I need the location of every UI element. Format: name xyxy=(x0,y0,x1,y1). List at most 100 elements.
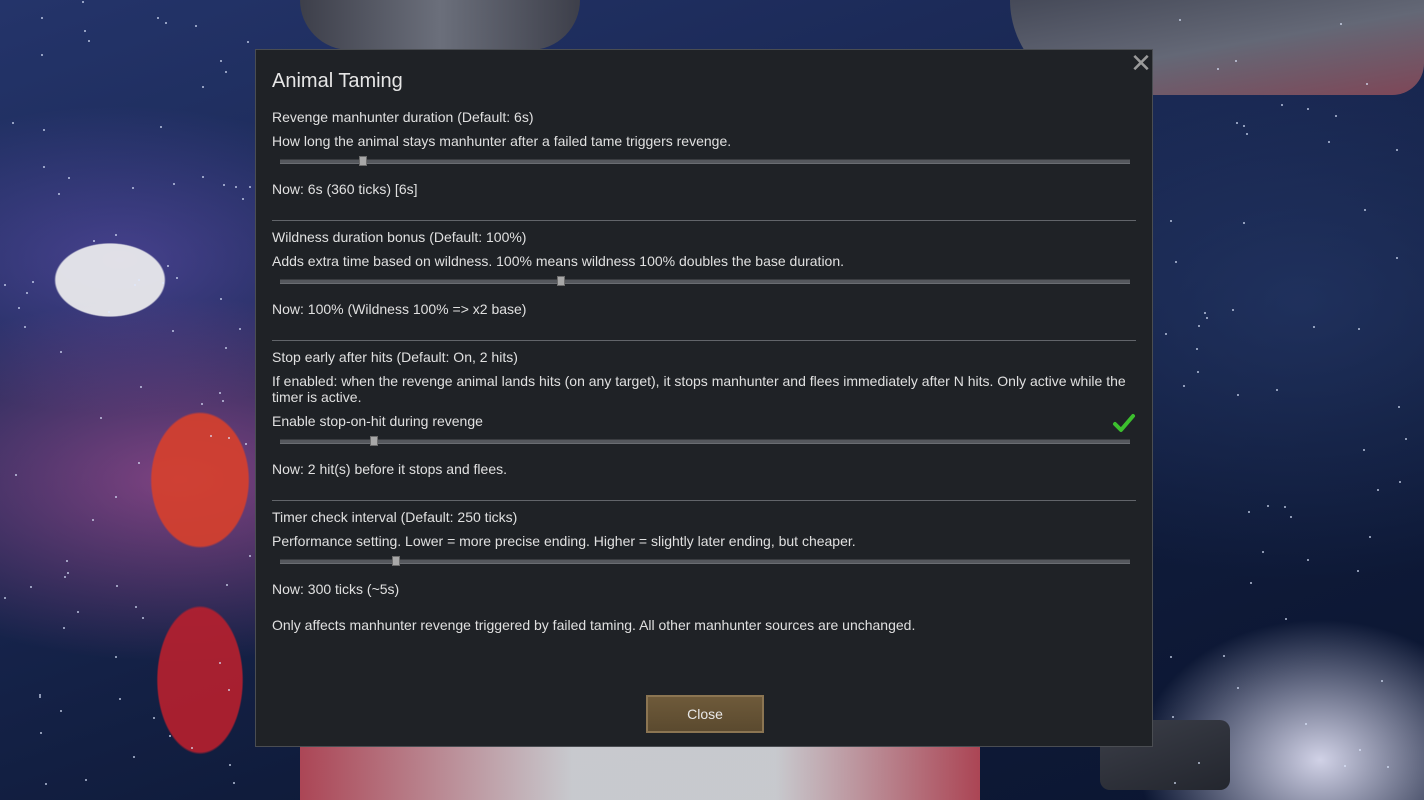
star-dot xyxy=(100,416,103,419)
star-dot xyxy=(1245,133,1248,136)
section-divider xyxy=(272,340,1136,341)
star-dot xyxy=(239,327,242,330)
star-dot xyxy=(88,39,91,42)
star-dot xyxy=(1376,489,1379,492)
star-dot xyxy=(114,496,117,499)
star-dot xyxy=(68,176,70,179)
section-divider xyxy=(272,500,1136,501)
star-dot xyxy=(139,385,142,388)
stop-early-description: If enabled: when the revenge animal land… xyxy=(272,373,1126,405)
star-dot xyxy=(1235,121,1238,124)
star-dot xyxy=(1261,551,1264,554)
revenge-duration-slider-handle[interactable] xyxy=(359,156,367,166)
star-dot xyxy=(1197,762,1200,765)
star-dot xyxy=(1285,618,1288,621)
hit-count-slider-handle[interactable] xyxy=(370,436,378,446)
star-dot xyxy=(38,696,41,699)
star-dot xyxy=(1369,535,1372,538)
star-dot xyxy=(1170,656,1173,659)
star-dot xyxy=(1275,388,1278,391)
star-dot xyxy=(1197,370,1200,373)
close-button[interactable]: Close xyxy=(646,695,764,733)
star-dot xyxy=(221,400,224,403)
wildness-bonus-slider[interactable] xyxy=(280,276,1130,286)
star-dot xyxy=(1395,256,1398,259)
star-dot xyxy=(209,434,212,437)
star-dot xyxy=(1175,261,1178,263)
star-dot xyxy=(201,402,204,405)
wildness-bonus-heading: Wildness duration bonus (Default: 100%) xyxy=(272,229,527,245)
star-dot xyxy=(1362,449,1365,452)
star-dot xyxy=(1328,140,1331,143)
star-dot xyxy=(1396,149,1399,152)
timer-interval-slider-handle[interactable] xyxy=(392,556,400,566)
star-dot xyxy=(32,280,35,283)
star-dot xyxy=(23,325,26,328)
section-divider xyxy=(272,220,1136,221)
star-dot xyxy=(42,128,45,131)
star-dot xyxy=(62,626,65,629)
close-icon[interactable]: ✕ xyxy=(1130,50,1152,76)
star-dot xyxy=(1247,511,1250,514)
star-dot xyxy=(165,21,168,24)
wildness-bonus-now: Now: 100% (Wildness 100% => x2 base) xyxy=(272,301,527,317)
star-dot xyxy=(172,183,175,186)
star-dot xyxy=(1283,505,1286,508)
revenge-duration-now: Now: 6s (360 ticks) [6s] xyxy=(272,181,418,197)
star-dot xyxy=(168,734,171,737)
star-dot xyxy=(1363,208,1366,211)
star-dot xyxy=(247,41,249,44)
wildness-bonus-description: Adds extra time based on wildness. 100% … xyxy=(272,253,845,269)
star-dot xyxy=(1267,504,1270,507)
star-dot xyxy=(84,29,87,32)
star-dot xyxy=(1203,312,1206,315)
star-dot xyxy=(1237,394,1240,397)
star-dot xyxy=(1289,515,1292,518)
star-dot xyxy=(1242,221,1245,224)
stop-early-heading: Stop early after hits (Default: On, 2 hi… xyxy=(272,349,518,365)
star-dot xyxy=(76,610,79,613)
star-dot xyxy=(63,575,66,578)
star-dot xyxy=(1306,559,1309,562)
timer-interval-now: Now: 300 ticks (~5s) xyxy=(272,581,400,597)
timer-interval-slider[interactable] xyxy=(280,556,1130,566)
star-dot xyxy=(1242,124,1245,127)
revenge-duration-slider[interactable] xyxy=(280,156,1130,166)
star-dot xyxy=(1356,570,1359,573)
star-dot xyxy=(222,183,225,186)
star-dot xyxy=(1306,107,1309,110)
star-dot xyxy=(65,560,68,563)
star-dot xyxy=(82,0,85,3)
revenge-duration-description: How long the animal stays manhunter afte… xyxy=(272,133,732,149)
star-dot xyxy=(44,782,47,785)
star-dot xyxy=(1398,406,1401,409)
star-dot xyxy=(152,717,155,720)
star-dot xyxy=(1387,766,1390,769)
star-dot xyxy=(1366,82,1369,85)
star-dot xyxy=(85,778,88,781)
checkmark-icon[interactable] xyxy=(1112,411,1136,435)
star-dot xyxy=(1171,715,1174,718)
star-dot xyxy=(107,310,110,313)
star-dot xyxy=(25,291,28,294)
star-dot xyxy=(175,276,178,279)
wildness-bonus-slider-handle[interactable] xyxy=(557,276,565,286)
star-dot xyxy=(195,25,198,28)
hit-count-slider[interactable] xyxy=(280,436,1130,446)
hit-count-now: Now: 2 hit(s) before it stops and flees. xyxy=(272,461,507,477)
star-dot xyxy=(1165,333,1168,336)
star-dot xyxy=(1198,324,1201,327)
star-dot xyxy=(1169,220,1172,223)
timer-interval-description: Performance setting. Lower = more precis… xyxy=(272,533,856,549)
star-dot xyxy=(3,284,6,287)
star-dot xyxy=(133,283,136,286)
star-dot xyxy=(1380,679,1383,682)
star-dot xyxy=(1313,325,1316,328)
stop-on-hit-toggle-label[interactable]: Enable stop-on-hit during revenge xyxy=(272,413,483,429)
star-dot xyxy=(57,192,60,195)
timer-interval-heading: Timer check interval (Default: 250 ticks… xyxy=(272,509,518,525)
star-dot xyxy=(1343,765,1346,767)
star-dot xyxy=(41,54,44,57)
star-dot xyxy=(1358,748,1361,751)
star-dot xyxy=(219,297,222,300)
